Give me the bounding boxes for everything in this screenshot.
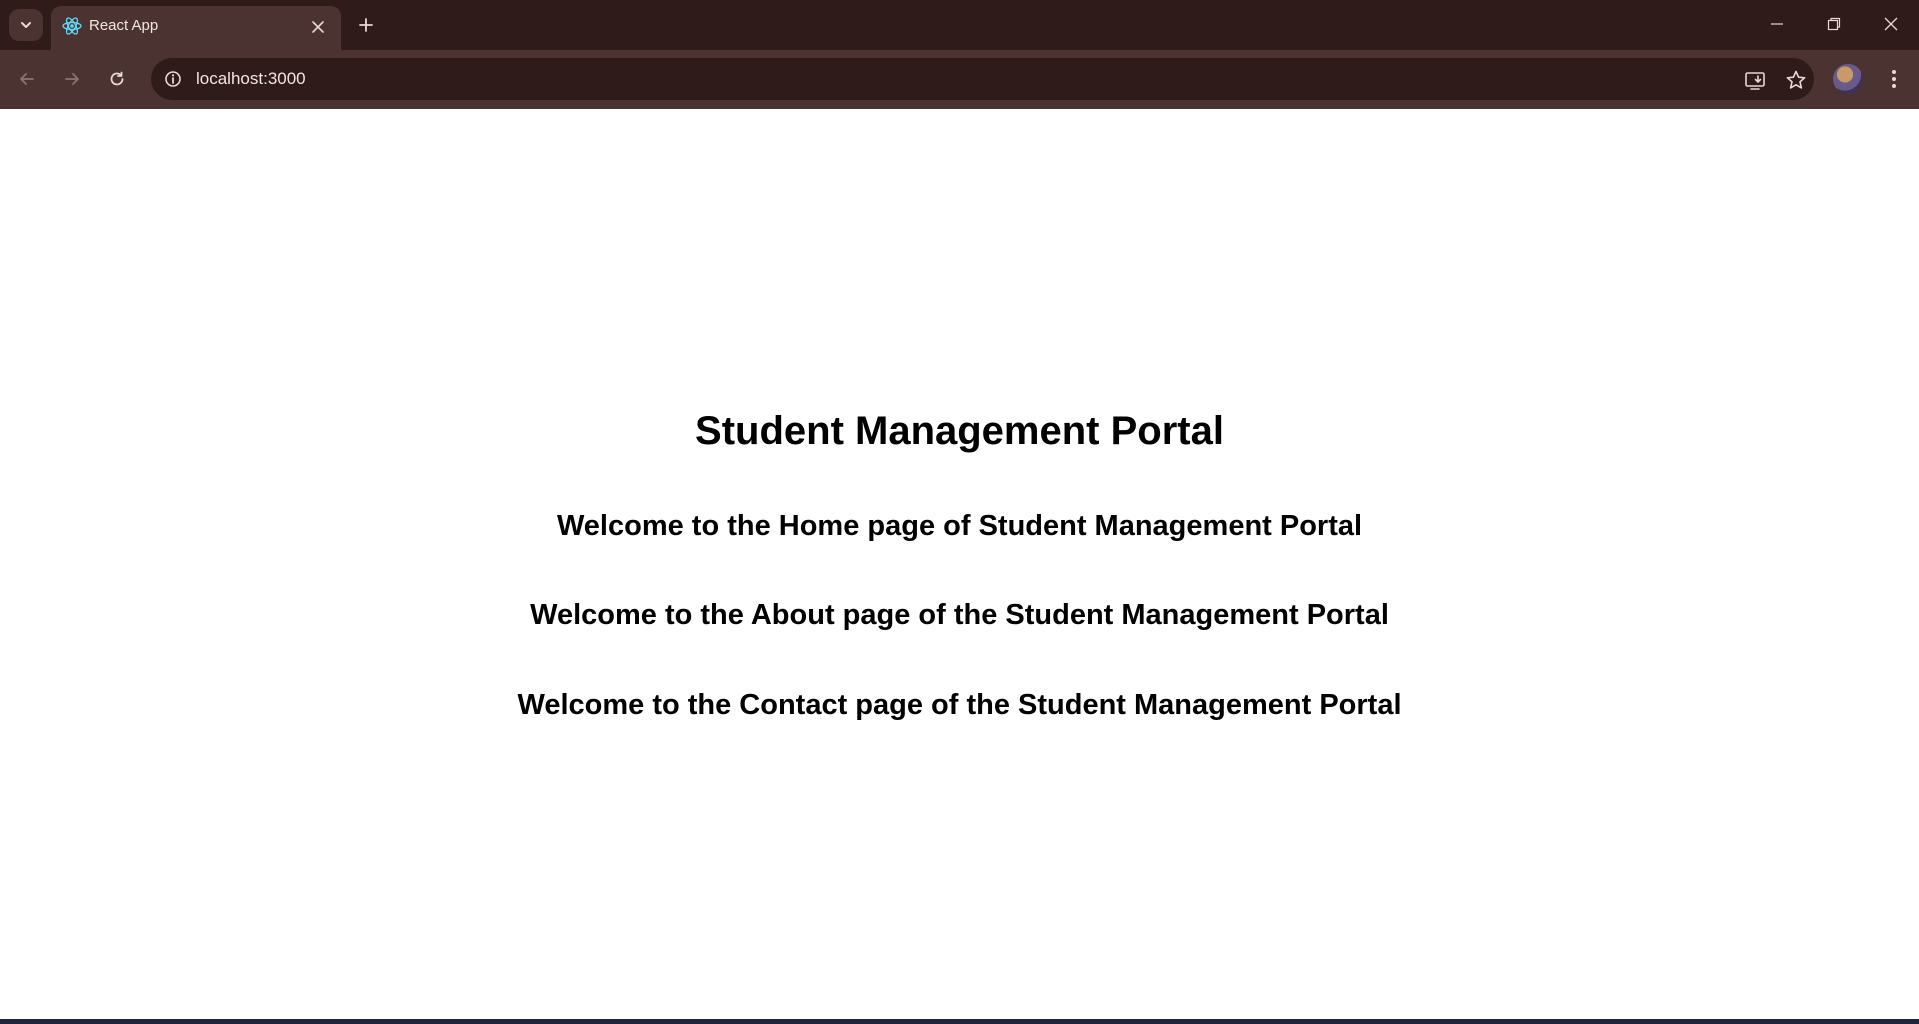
minimize-icon — [1770, 17, 1784, 31]
tab-react-app[interactable]: React App — [51, 6, 341, 50]
restore-button[interactable] — [1814, 8, 1854, 40]
browser-window: React App localhost:3000 Student Managem… — [0, 0, 1919, 1024]
about-welcome-text: Welcome to the About page of the Student… — [530, 599, 1389, 631]
forward-button[interactable] — [55, 62, 89, 96]
browser-menu-button[interactable] — [1879, 62, 1909, 96]
restore-icon — [1827, 17, 1841, 31]
url-text[interactable]: localhost:3000 — [196, 69, 306, 89]
minimize-button[interactable] — [1757, 8, 1797, 40]
info-icon[interactable] — [161, 67, 185, 91]
taskbar-edge — [0, 1019, 1919, 1024]
reload-icon — [108, 70, 126, 88]
avatar[interactable] — [1833, 64, 1863, 94]
page-title: Student Management Portal — [695, 409, 1224, 453]
tab-search-button[interactable] — [9, 9, 43, 41]
kebab-menu-icon — [1891, 69, 1897, 89]
close-window-button[interactable] — [1871, 8, 1911, 40]
plus-icon — [358, 17, 374, 33]
star-icon[interactable] — [1783, 67, 1809, 93]
close-icon[interactable] — [306, 15, 330, 39]
address-bar[interactable]: localhost:3000 — [151, 58, 1814, 100]
tab-strip: React App — [0, 0, 1919, 50]
back-button[interactable] — [10, 62, 44, 96]
new-tab-button[interactable] — [352, 11, 380, 39]
reload-button[interactable] — [100, 62, 134, 96]
arrow-left-icon — [18, 70, 36, 88]
home-welcome-text: Welcome to the Home page of Student Mana… — [556, 510, 1363, 542]
page-content: Student Management Portal Welcome to the… — [0, 109, 1919, 1019]
browser-toolbar: localhost:3000 — [0, 50, 1919, 109]
close-icon — [1884, 17, 1898, 31]
tab-title: React App — [89, 17, 159, 34]
react-logo-icon — [61, 15, 83, 37]
arrow-right-icon — [63, 70, 81, 88]
install-icon[interactable] — [1742, 67, 1768, 93]
contact-welcome-text: Welcome to the Contact page of the Stude… — [517, 689, 1402, 721]
chevron-down-icon — [19, 18, 33, 32]
